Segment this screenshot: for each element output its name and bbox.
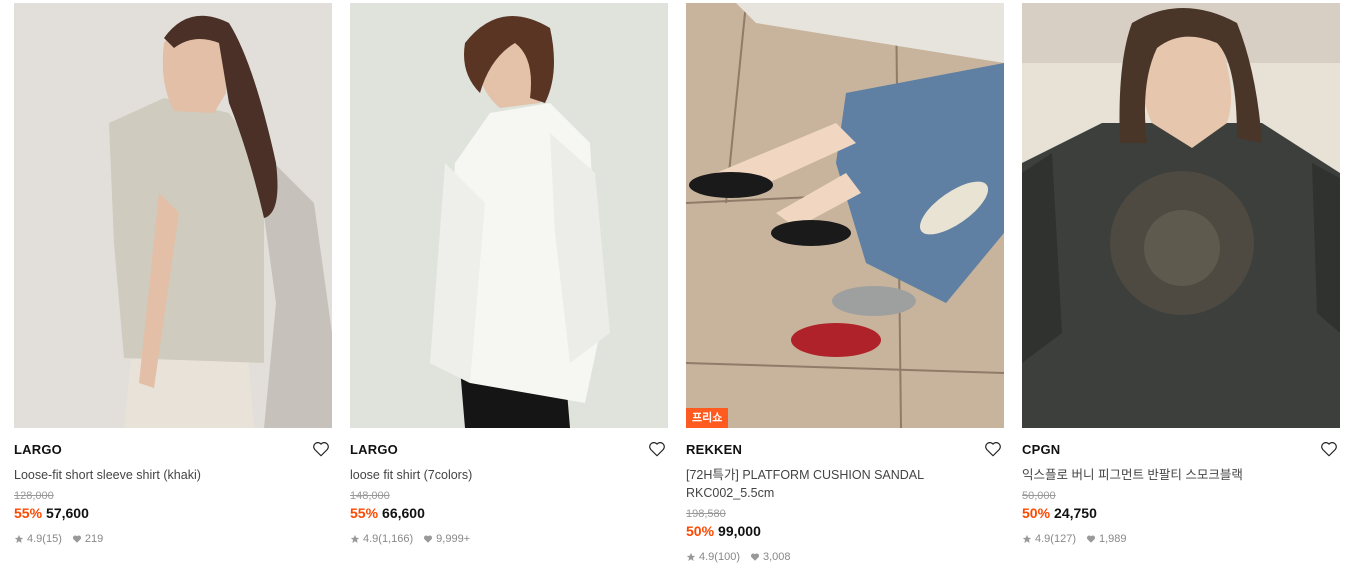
product-photo [14, 3, 332, 428]
product-card[interactable]: CPGN 익스플로 버니 피그먼트 반팔티 스모크블랙 50,000 50% 24… [1022, 3, 1340, 545]
original-price: 128,000 [14, 490, 54, 502]
review-count: (127) [1050, 533, 1076, 545]
like-count: 3,008 [762, 551, 791, 563]
product-photo [1022, 3, 1340, 428]
product-image[interactable] [350, 3, 668, 428]
free-return-tag: 프리쇼 [686, 408, 729, 428]
discount-rate: 50% [1022, 505, 1051, 521]
star-icon [1022, 534, 1032, 543]
heart-icon [72, 535, 81, 543]
rating: 4.9 [27, 533, 43, 545]
sale-price: 24,750 [1054, 505, 1097, 521]
brand-name[interactable]: LARGO [350, 442, 668, 457]
original-price: 198,580 [686, 508, 726, 520]
product-card[interactable]: LARGO loose fit shirt (7colors) 148,000 … [350, 3, 668, 545]
product-name[interactable]: [72H특가] PLATFORM CUSHION SANDAL RKC002_5… [686, 466, 1004, 502]
original-price: 148,000 [350, 490, 390, 502]
heart-icon [1086, 535, 1096, 543]
sale-price: 99,000 [718, 523, 761, 539]
product-stats: 4.9 (100) 3,008 [686, 551, 1004, 563]
sale-price: 66,600 [382, 505, 425, 521]
product-photo [350, 3, 668, 428]
sale-price-row: 50% 99,000 [686, 523, 1004, 539]
like-count: 219 [84, 533, 104, 545]
product-image[interactable] [14, 3, 332, 428]
product-name[interactable]: Loose-fit short sleeve shirt (khaki) [14, 466, 332, 484]
wishlist-heart-icon[interactable] [648, 440, 666, 458]
like-count: 1,989 [1098, 533, 1127, 545]
review-count: (15) [42, 533, 62, 545]
wishlist-heart-icon[interactable] [1320, 440, 1338, 458]
product-card[interactable]: 프리쇼 REKKEN [72H특가] PLATFORM CUSHION SAND… [686, 3, 1004, 563]
heart-icon [424, 535, 433, 543]
brand-name[interactable]: CPGN [1022, 442, 1340, 457]
sale-price-row: 55% 57,600 [14, 505, 332, 521]
review-count: (100) [714, 551, 740, 563]
rating: 4.9 [1035, 533, 1051, 545]
sale-price-row: 50% 24,750 [1022, 505, 1340, 521]
star-icon [350, 534, 360, 543]
product-stats: 4.9 (15) 219 [14, 533, 332, 545]
brand-name[interactable]: REKKEN [686, 442, 1004, 457]
product-photo [686, 3, 1004, 428]
star-icon [14, 534, 24, 543]
review-count: (1,166) [378, 533, 414, 545]
rating: 4.9 [363, 533, 379, 545]
discount-rate: 50% [686, 523, 715, 539]
brand-name[interactable]: LARGO [14, 442, 332, 457]
wishlist-heart-icon[interactable] [984, 440, 1002, 458]
like-count: 9,999+ [436, 533, 471, 545]
sale-price: 57,600 [46, 505, 89, 521]
product-name[interactable]: 익스플로 버니 피그먼트 반팔티 스모크블랙 [1022, 466, 1340, 484]
product-stats: 4.9 (1,166) 9,999+ [350, 533, 668, 545]
original-price: 50,000 [1022, 490, 1056, 502]
wishlist-heart-icon[interactable] [312, 440, 330, 458]
product-image[interactable] [1022, 3, 1340, 428]
discount-rate: 55% [350, 505, 379, 521]
product-name[interactable]: loose fit shirt (7colors) [350, 466, 668, 484]
product-stats: 4.9 (127) 1,989 [1022, 533, 1340, 545]
product-card[interactable]: LARGO Loose-fit short sleeve shirt (khak… [14, 3, 332, 545]
sale-price-row: 55% 66,600 [350, 505, 668, 521]
product-grid: LARGO Loose-fit short sleeve shirt (khak… [0, 0, 1348, 563]
product-image[interactable]: 프리쇼 [686, 3, 1004, 428]
rating: 4.9 [699, 551, 715, 563]
discount-rate: 55% [14, 505, 43, 521]
